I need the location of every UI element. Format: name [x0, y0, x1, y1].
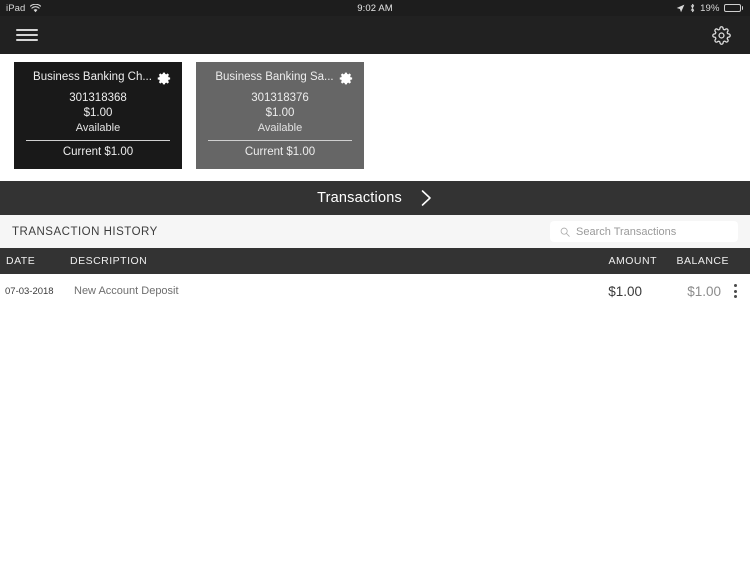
- card-divider: [208, 140, 352, 141]
- transaction-date: 07-03-2018: [5, 285, 54, 297]
- account-available-amount: $1.00: [265, 107, 295, 119]
- account-current-balance: Current $1.00: [244, 146, 316, 158]
- chevron-right-icon[interactable]: [420, 189, 433, 207]
- account-current-balance: Current $1.00: [62, 146, 134, 158]
- account-gear-icon[interactable]: [339, 71, 354, 91]
- column-header-balance: BALANCE: [676, 255, 729, 267]
- account-name: Business Banking Sa...: [215, 71, 334, 83]
- account-number: 301318376: [251, 92, 309, 104]
- battery-icon: [723, 4, 743, 12]
- wifi-icon: [30, 3, 42, 12]
- status-bar-time: 9:02 AM: [357, 2, 393, 14]
- table-row[interactable]: 07-03-2018 New Account Deposit $1.00 $1.…: [0, 274, 750, 308]
- search-transactions-input[interactable]: Search Transactions: [550, 221, 738, 242]
- transaction-history-title: TRANSACTION HISTORY: [12, 225, 158, 238]
- account-card-savings[interactable]: Business Banking Sa... 301318376 $1.00 A…: [196, 62, 364, 169]
- status-bar-right: 19%: [676, 3, 750, 14]
- account-available-label: Available: [75, 122, 121, 134]
- device-label: iPad: [6, 2, 26, 14]
- search-placeholder-text: Search Transactions: [576, 225, 677, 238]
- account-name: Business Banking Ch...: [33, 71, 152, 83]
- column-header-description: DESCRIPTION: [70, 255, 148, 267]
- bluetooth-icon: [691, 3, 695, 13]
- account-card-checking[interactable]: Business Banking Ch... 301318368 $1.00 A…: [14, 62, 182, 169]
- transaction-amount: $1.00: [608, 283, 642, 299]
- column-header-date: DATE: [6, 255, 36, 267]
- settings-gear-icon[interactable]: [708, 22, 734, 48]
- account-cards-strip: Business Banking Ch... 301318368 $1.00 A…: [0, 54, 750, 181]
- column-header-amount: AMOUNT: [608, 255, 657, 267]
- battery-percent-label: 19%: [700, 2, 720, 14]
- hamburger-menu-icon[interactable]: [16, 27, 38, 43]
- account-available-amount: $1.00: [83, 107, 113, 119]
- transactions-label: Transactions: [317, 190, 402, 206]
- card-divider: [26, 140, 170, 141]
- top-navigation-bar: [0, 16, 750, 54]
- ios-status-bar: iPad 9:02 AM 19%: [0, 0, 750, 16]
- location-arrow-icon: [676, 4, 685, 12]
- transaction-balance: $1.00: [687, 283, 721, 299]
- account-number: 301318368: [69, 92, 127, 104]
- transactions-section-bar[interactable]: Transactions: [0, 181, 750, 215]
- account-available-label: Available: [257, 122, 303, 134]
- transaction-description: New Account Deposit: [74, 285, 179, 297]
- account-gear-icon[interactable]: [157, 71, 172, 91]
- account-card-header: Business Banking Ch...: [24, 70, 172, 91]
- more-vertical-icon[interactable]: [728, 282, 742, 300]
- app-root: iPad 9:02 AM 19% Business Banking Ch... …: [0, 0, 750, 562]
- transaction-history-header: TRANSACTION HISTORY Search Transactions: [0, 215, 750, 248]
- status-bar-left: iPad: [0, 2, 42, 14]
- account-card-header: Business Banking Sa...: [206, 70, 354, 91]
- transaction-list: 07-03-2018 New Account Deposit $1.00 $1.…: [0, 274, 750, 308]
- search-icon: [560, 227, 570, 237]
- transaction-table-column-headers: DATE DESCRIPTION AMOUNT BALANCE: [0, 248, 750, 274]
